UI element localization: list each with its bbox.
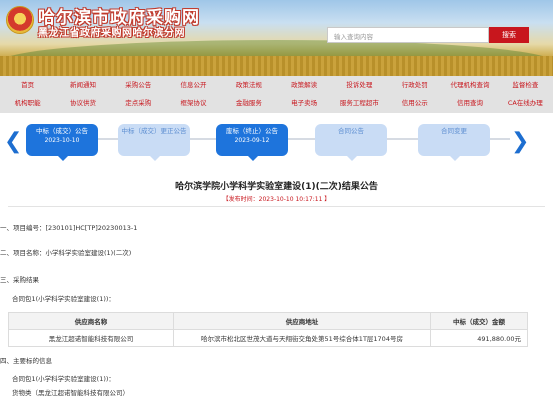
table-header-row: 供应商名称 供应商地址 中标（成交）金额 bbox=[8, 312, 528, 330]
nav-item-complaints[interactable]: 投诉处理 bbox=[332, 78, 387, 93]
nav-item-disclosure[interactable]: 信息公开 bbox=[166, 78, 221, 93]
nav-row-1: 首页 新闻通知 采购公告 信息公开 政策法规 政策解读 投诉处理 行政处罚 代理… bbox=[0, 78, 553, 93]
timeline-card-date: 2023-10-10 bbox=[44, 137, 80, 144]
nav-item-ca-online[interactable]: CA在线办理 bbox=[498, 96, 553, 111]
table-row: 黑龙江超诺智能科技有限公司 哈尔滨市松北区世茂大道与天翔街交角处第51号综合体1… bbox=[8, 329, 528, 347]
section-procurement-result: 三、采购结果 bbox=[0, 276, 39, 284]
supplier-address: 哈尔滨市松北区世茂大道与天翔街交角处第51号综合体1T层1704号房 bbox=[173, 329, 431, 347]
nav-item-e-mall[interactable]: 电子卖场 bbox=[276, 96, 331, 111]
site-subtitle: 黑龙江省政府采购网哈尔滨分网 bbox=[38, 28, 185, 39]
nav-row-2: 机构职能 协议供货 定点采购 框架协议 金融服务 电子卖场 服务工程超市 信用公… bbox=[0, 96, 553, 111]
nav-item-functions[interactable]: 机构职能 bbox=[0, 96, 55, 111]
timeline-card-label: 中标（成交）公告 bbox=[36, 127, 88, 135]
section-main-items: 四、主要标的信息 bbox=[0, 357, 52, 365]
contract-package-label-2: 合同包1(小学科学实验室建设(1))： bbox=[12, 375, 115, 383]
search-button[interactable]: 搜索 bbox=[489, 27, 529, 43]
timeline-card-award-correction[interactable]: 中标（成交）更正公告 bbox=[118, 124, 190, 161]
nav-item-penalties[interactable]: 行政处罚 bbox=[387, 78, 442, 93]
nav-item-policies[interactable]: 政策法规 bbox=[221, 78, 276, 93]
timeline-card-contract-change[interactable]: 合同变更 bbox=[418, 124, 490, 161]
timeline-card-label: 合同公告 bbox=[338, 127, 364, 135]
column-header: 中标（成交）金额 bbox=[430, 312, 528, 330]
nav-item-news[interactable]: 新闻通知 bbox=[55, 78, 110, 93]
contract-package-label: 合同包1(小学科学实验室建设(1))： bbox=[12, 295, 115, 303]
timeline-card-contract[interactable]: 合同公告 bbox=[315, 124, 387, 161]
timeline-pointer bbox=[150, 156, 160, 161]
timeline-pointer bbox=[248, 156, 258, 161]
nav-item-credit-disclosure[interactable]: 信用公示 bbox=[387, 96, 442, 111]
timeline-card-label: 废标（终止）公告 bbox=[226, 127, 278, 135]
timeline-card-label: 中标（成交）更正公告 bbox=[121, 127, 187, 135]
nav-item-procurement-notices[interactable]: 采购公告 bbox=[111, 78, 166, 93]
timeline-card-termination[interactable]: 废标（终止）公告 2023-09-12 bbox=[216, 124, 288, 161]
timeline-card-award-notice[interactable]: 中标（成交）公告 2023-10-10 bbox=[26, 124, 98, 161]
nav-item-home[interactable]: 首页 bbox=[0, 78, 55, 93]
result-table: 供应商名称 供应商地址 中标（成交）金额 黑龙江超诺智能科技有限公司 哈尔滨市松… bbox=[8, 312, 528, 347]
banner-field bbox=[0, 56, 553, 76]
publish-time: 【发布时间：2023-10-10 10:17:11 】 bbox=[222, 196, 331, 203]
header-banner: 哈尔滨市政府采购网 黑龙江省政府采购网哈尔滨分网 输入查询内容 搜索 bbox=[0, 0, 553, 76]
national-emblem-icon bbox=[6, 6, 34, 34]
column-header: 供应商名称 bbox=[8, 312, 174, 330]
document-title: 哈尔滨学院小学科学实验室建设(1)(二次)结果公告 bbox=[175, 182, 378, 192]
award-amount: 491,880.00元 bbox=[430, 329, 528, 347]
chevron-right-icon[interactable]: ❯ bbox=[511, 127, 529, 157]
timeline-pointer bbox=[450, 156, 460, 161]
main-nav: 首页 新闻通知 采购公告 信息公开 政策法规 政策解读 投诉处理 行政处罚 代理… bbox=[0, 76, 553, 113]
nav-item-inspection[interactable]: 监督检查 bbox=[498, 78, 553, 93]
search-input[interactable]: 输入查询内容 bbox=[327, 27, 489, 43]
nav-item-finance[interactable]: 金融服务 bbox=[221, 96, 276, 111]
column-header: 供应商地址 bbox=[173, 312, 431, 330]
nav-item-service-market[interactable]: 服务工程超市 bbox=[332, 96, 387, 111]
divider bbox=[8, 206, 545, 207]
goods-category-line: 货物类（黑龙江超诺智能科技有限公司） bbox=[12, 389, 129, 397]
nav-item-policy-interpretation[interactable]: 政策解读 bbox=[276, 78, 331, 93]
announcement-timeline: ❮ ❯ 中标（成交）公告 2023-10-10 中标（成交）更正公告 废标（终止… bbox=[0, 113, 553, 175]
project-name: 二、项目名称：小学科学实验室建设(1)(二次) bbox=[0, 249, 132, 257]
project-number: 一、项目编号：[230101]HC[TP]20230013-1 bbox=[0, 224, 138, 232]
nav-item-framework-agreement[interactable]: 框架协议 bbox=[166, 96, 221, 111]
timeline-card-date: 2023-09-12 bbox=[234, 137, 270, 144]
nav-item-designated-procurement[interactable]: 定点采购 bbox=[111, 96, 166, 111]
nav-item-credit-search[interactable]: 信用查询 bbox=[442, 96, 497, 111]
timeline-pointer bbox=[347, 156, 357, 161]
nav-item-agency-search[interactable]: 代理机构查询 bbox=[442, 78, 497, 93]
timeline-pointer bbox=[58, 156, 68, 161]
timeline-card-label: 合同变更 bbox=[441, 127, 467, 135]
chevron-left-icon[interactable]: ❮ bbox=[4, 127, 22, 157]
nav-item-agreement-supply[interactable]: 协议供货 bbox=[55, 96, 110, 111]
supplier-name: 黑龙江超诺智能科技有限公司 bbox=[8, 329, 174, 347]
